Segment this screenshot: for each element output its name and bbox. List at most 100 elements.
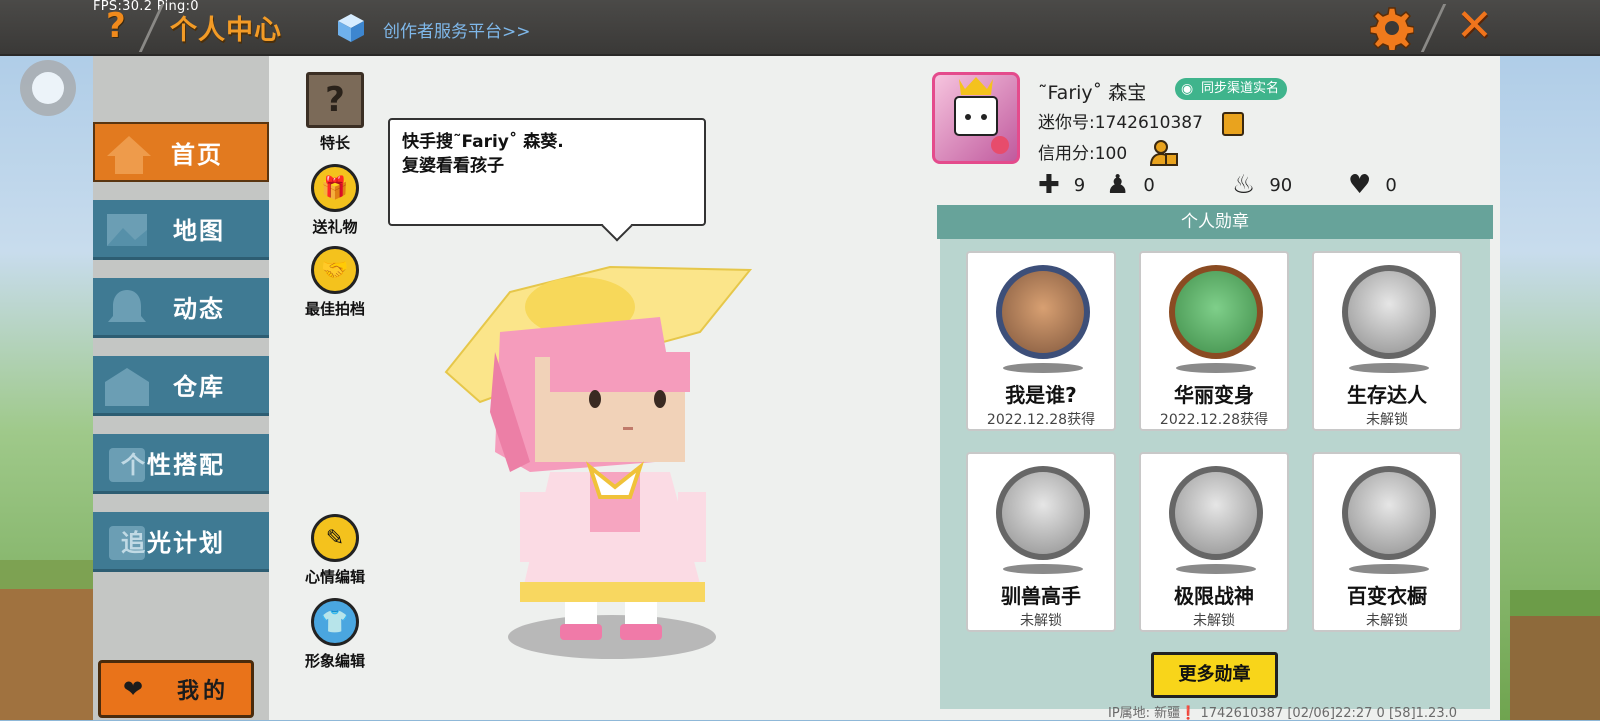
campfire-medal-icon xyxy=(1342,265,1436,359)
sidebar-item-label: 首页 xyxy=(171,140,223,169)
close-icon[interactable]: ✕ xyxy=(1456,2,1493,50)
stat-fans[interactable]: ♟ 0 xyxy=(1106,170,1155,200)
medal-shadow xyxy=(1176,363,1256,373)
badge-name: 极限战神 xyxy=(1174,584,1254,608)
terrain-block xyxy=(0,560,95,720)
badge-card[interactable]: 极限战神 未解锁 xyxy=(1139,452,1289,632)
stat-value: 9 xyxy=(1073,174,1086,196)
shirt-icon: 👕 xyxy=(311,598,359,646)
cube-icon[interactable] xyxy=(336,12,366,44)
specialty-button[interactable]: ? 特长 xyxy=(295,72,375,153)
bubble-line: 快手搜˜Fariy˚ 森葵. xyxy=(402,132,564,152)
plus-icon: ✚ xyxy=(1038,170,1060,200)
stat-value: 90 xyxy=(1269,174,1293,196)
bubble-line: 复婆看看孩子 xyxy=(402,156,504,176)
home-icon xyxy=(107,136,151,174)
stat-likes[interactable]: ♥ 0 xyxy=(1348,170,1397,200)
heart-icon: ♥ xyxy=(1348,170,1372,200)
partner-label: 最佳拍档 xyxy=(304,300,365,318)
player-avatar[interactable] xyxy=(440,262,770,672)
envelope-medal-icon xyxy=(996,265,1090,359)
avatar[interactable] xyxy=(932,72,1020,164)
stat-value: 0 xyxy=(1385,174,1397,196)
gift-label: 送礼物 xyxy=(312,218,358,236)
badge-name: 生存达人 xyxy=(1347,383,1427,407)
badge-name: 驯兽高手 xyxy=(1001,584,1081,608)
medal-shadow xyxy=(1176,564,1256,574)
realname-badge[interactable]: 同步渠道实名 xyxy=(1175,78,1288,100)
badge-card[interactable]: 百变衣橱 未解锁 xyxy=(1312,452,1462,632)
badge-name: 百变衣橱 xyxy=(1347,584,1427,608)
medal-shadow xyxy=(1003,564,1083,574)
badge-status: 未解锁 xyxy=(1020,613,1062,629)
sidebar-item-warehouse[interactable]: 仓库 xyxy=(93,356,269,416)
sidebar-item-outfit[interactable]: 个性搭配 xyxy=(93,434,269,494)
badge-status: 未解锁 xyxy=(1193,613,1235,629)
badge-name: 华丽变身 xyxy=(1174,383,1254,407)
stat-popularity[interactable]: ♨ 90 xyxy=(1232,170,1292,200)
page-title: 个人中心 xyxy=(170,15,282,46)
outfit-icon xyxy=(109,448,145,482)
badge-status: 2022.12.28获得 xyxy=(1159,412,1269,428)
heart-icon: ❤ xyxy=(122,675,148,703)
horse-medal-icon xyxy=(996,466,1090,560)
badge-card[interactable]: 华丽变身 2022.12.28获得 xyxy=(1139,251,1289,431)
plan-icon xyxy=(109,526,145,560)
fire-icon: ♨ xyxy=(1232,170,1256,200)
warehouse-icon xyxy=(105,368,149,406)
medal-shadow xyxy=(1349,564,1429,574)
stat-follow[interactable]: ✚ 9 xyxy=(1038,170,1085,200)
help-icon[interactable]: ? xyxy=(106,6,126,46)
map-icon xyxy=(107,214,147,246)
mood-bubble[interactable]: 快手搜˜Fariy˚ 森葵. 复婆看看孩子 xyxy=(388,118,706,226)
badge-card[interactable]: 驯兽高手 未解锁 xyxy=(966,452,1116,632)
sidebar-item-light-plan[interactable]: 追光计划 xyxy=(93,512,269,572)
copy-icon[interactable] xyxy=(1222,112,1244,136)
edit-icon: ✎ xyxy=(311,514,359,562)
joystick-button[interactable] xyxy=(20,60,76,116)
sidebar-item-feed[interactable]: 动态 xyxy=(93,278,269,338)
mine-label: 我的 xyxy=(177,679,230,704)
partner-button[interactable]: 🤝 最佳拍档 xyxy=(295,246,375,319)
sidebar-item-map[interactable]: 地图 xyxy=(93,200,269,260)
person-card-icon[interactable] xyxy=(1150,140,1178,166)
mine-button[interactable]: ❤ 我的 xyxy=(98,660,254,718)
badges-header: 个人勋章 xyxy=(937,205,1493,239)
gift-button[interactable]: 🎁 送礼物 xyxy=(295,164,375,237)
fans-icon: ♟ xyxy=(1106,170,1130,200)
more-badges-button[interactable]: 更多勋章 xyxy=(1151,652,1278,698)
transform-medal-icon xyxy=(1169,265,1263,359)
question-box-icon: ? xyxy=(306,72,364,128)
wardrobe-medal-icon xyxy=(1342,466,1436,560)
mini-id: 迷你号:1742610387 xyxy=(1038,113,1203,133)
medal-shadow xyxy=(1349,363,1429,373)
avatar-edit-button[interactable]: 👕 形象编辑 xyxy=(295,598,375,671)
profile-avatar-icon xyxy=(954,77,1009,154)
sidebar-item-label: 动态 xyxy=(173,295,225,323)
avatar-edit-label: 形象编辑 xyxy=(304,652,365,670)
player-name: ˜Fariy˚ 森宝 xyxy=(1038,82,1147,104)
medal-shadow xyxy=(1003,363,1083,373)
stat-value: 0 xyxy=(1143,174,1155,196)
sidebar-item-label: 仓库 xyxy=(173,373,225,401)
badge-status: 2022.12.28获得 xyxy=(986,412,1096,428)
badge-card[interactable]: 生存达人 未解锁 xyxy=(1312,251,1462,431)
creator-platform-link[interactable]: 创作者服务平台>> xyxy=(383,17,531,42)
gear-icon[interactable] xyxy=(1370,6,1414,50)
boss-medal-icon xyxy=(1169,466,1263,560)
badge-status: 未解锁 xyxy=(1366,613,1408,629)
sidebar-item-label: 地图 xyxy=(173,217,225,245)
credit-score: 信用分:100 xyxy=(1038,144,1128,164)
badge-card[interactable]: 我是谁? 2022.12.28获得 xyxy=(966,251,1116,431)
gift-icon: 🎁 xyxy=(311,164,359,212)
handshake-icon: 🤝 xyxy=(311,246,359,294)
bell-icon xyxy=(108,290,146,322)
mood-edit-label: 心情编辑 xyxy=(304,568,365,586)
badge-status: 未解锁 xyxy=(1366,412,1408,428)
footer-info: IP属地: 新疆❗ 1742610387 [02/06]22:27 0 [58]… xyxy=(1108,706,1457,721)
sidebar-item-home[interactable]: 首页 xyxy=(93,122,269,182)
top-bar: FPS:30.2 Ping:0 ? 个人中心 创作者服务平台>> ✕ xyxy=(0,0,1600,56)
terrain-block xyxy=(1510,590,1600,720)
mood-edit-button[interactable]: ✎ 心情编辑 xyxy=(295,514,375,587)
badge-name: 我是谁? xyxy=(1005,383,1077,407)
